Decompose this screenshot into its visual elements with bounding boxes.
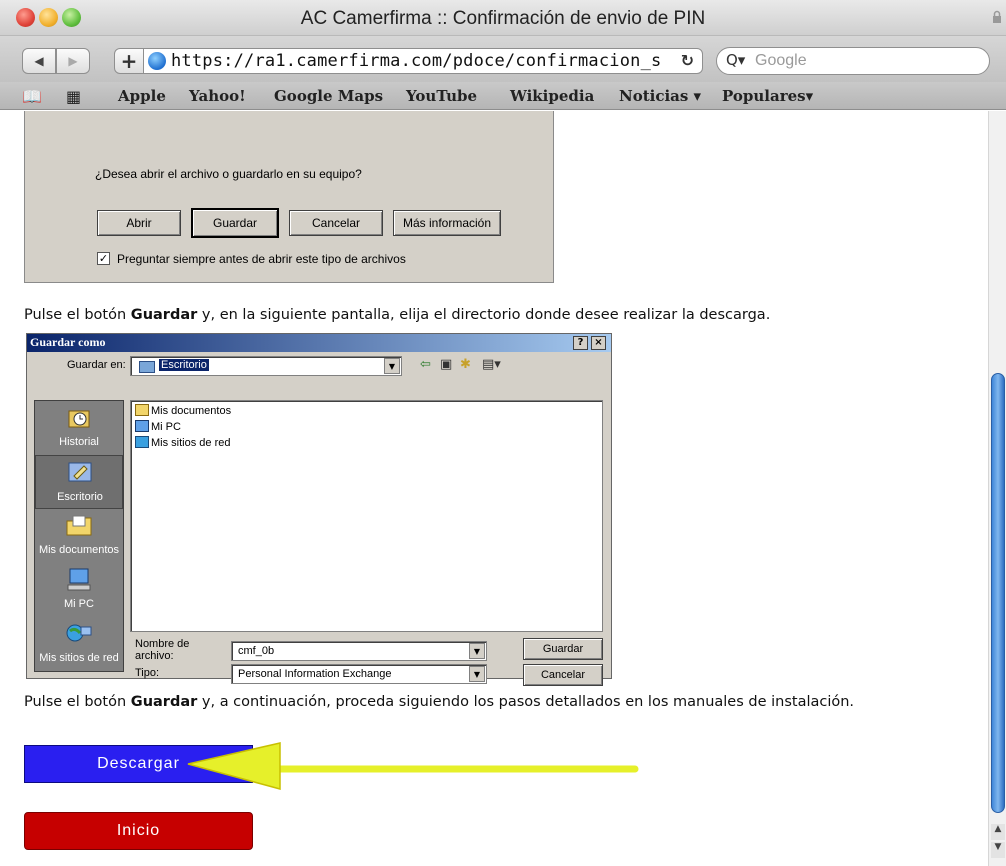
place-my-documents: Mis documentos [35,509,123,563]
globe-icon [148,52,166,70]
type-label: Tipo: [135,667,160,679]
bookmark-google-maps[interactable]: Google Maps [274,87,383,105]
close-window-button[interactable] [16,8,35,27]
bookmark-wikipedia[interactable]: Wikipedia [510,87,594,105]
url-text[interactable]: https://ra1.camerfirma.com/pdoce/confirm… [171,51,661,71]
lock-icon [993,10,1001,23]
network-icon [66,624,92,642]
page-content: ¿Desea abrir el archivo o guardarlo en s… [0,111,988,866]
dialog-save-button: Guardar [523,638,603,660]
minimize-window-button[interactable] [39,8,58,27]
computer-icon [67,568,91,591]
scroll-down-arrow-icon[interactable]: ▼ [991,842,1005,858]
search-icon[interactable]: Q▾ [726,51,745,69]
place-my-pc: Mi PC [35,563,123,617]
annotation-arrow-icon [187,742,639,790]
bookmark-apple[interactable]: Apple [118,87,166,105]
places-bar: Historial Escritorio Mis documentos Mi P… [34,400,124,672]
place-history: Historial [35,401,123,455]
desktop-icon [68,462,92,482]
plus-icon: + [120,49,138,73]
place-desktop: Escritorio [35,455,123,509]
zoom-window-button[interactable] [62,8,81,27]
download-dialog-image: ¿Desea abrir el archivo o guardarlo en s… [24,111,554,283]
scroll-up-arrow-icon[interactable]: ▲ [991,824,1005,840]
back-folder-icon: ⇦ [420,357,431,372]
search-field[interactable]: Q▾ Google [716,47,990,75]
save-in-value: Escritorio [159,359,209,371]
view-menu-icon: ▤▾ [482,357,501,372]
open-file-button: Abrir [97,210,181,236]
vertical-scrollbar[interactable]: ▲ ▼ [988,111,1006,866]
save-as-titlebar: Guardar como ? × [27,334,611,352]
forward-button[interactable]: ▶ [56,48,90,74]
save-in-label: Guardar en: [67,359,126,371]
always-ask-label: Preguntar siempre antes de abrir este ti… [117,252,406,266]
bookmark-noticias-menu[interactable]: Noticias ▾ [619,87,701,105]
window-title: AC Camerfirma :: Confirmación de envio d… [300,8,706,29]
up-folder-icon: ▣ [440,357,453,372]
folder-icon [135,404,149,416]
new-folder-icon: ✱ [460,357,471,372]
window-titlebar: AC Camerfirma :: Confirmación de envio d… [0,0,1006,36]
browser-toolbar: ◀ ▶ + https://ra1.camerfirma.com/pdoce/c… [0,36,1006,82]
filename-label: Nombre de archivo: [135,638,190,662]
dropdown-arrow-icon: ▼ [384,358,400,374]
save-file-button: Guardar [191,208,279,238]
file-list: Mis documentos Mi PC Mis sitios de red [130,400,603,632]
save-as-title: Guardar como [30,335,106,349]
file-item: Mis documentos [135,404,231,420]
place-network: Mis sitios de red [35,617,123,671]
network-icon [135,436,149,448]
type-value: Personal Information Exchange [238,668,392,680]
reload-icon[interactable]: ↻ [681,51,694,70]
help-icon: ? [573,336,588,350]
type-combo: Personal Information Exchange ▼ [231,664,487,684]
filename-combo: cmf_0b ▼ [231,641,487,661]
cancel-file-button: Cancelar [289,210,383,236]
add-bookmark-button[interactable]: + [114,48,144,74]
more-info-button: Más información [393,210,501,236]
back-button[interactable]: ◀ [22,48,56,74]
always-ask-checkbox: ✓ [97,252,110,265]
bookmark-populares-menu[interactable]: Populares▾ [722,87,813,105]
computer-icon [135,420,149,432]
bookmark-yahoo[interactable]: Yahoo! [189,87,246,105]
instruction-2: Pulse el botón Guardar y, a continuación… [24,694,855,710]
scroll-thumb[interactable] [991,373,1005,813]
dialog-cancel-button: Cancelar [523,664,603,686]
desktop-icon [139,361,155,373]
folder-icon [66,515,92,536]
search-placeholder: Google [755,52,807,69]
save-in-combo: Escritorio ▼ [130,356,402,376]
dropdown-arrow-icon: ▼ [469,643,485,659]
instruction-1: Pulse el botón Guardar y, en la siguient… [24,307,771,323]
bookmarks-bar: 📖 ▦ Apple Yahoo! Google Maps YouTube Wik… [0,82,1006,110]
close-icon: × [591,336,606,350]
address-bar[interactable]: https://ra1.camerfirma.com/pdoce/confirm… [143,48,703,74]
file-item: Mis sitios de red [135,436,230,452]
bookmark-youtube[interactable]: YouTube [406,87,477,105]
dropdown-arrow-icon: ▼ [469,666,485,682]
book-icon[interactable]: 📖 [22,87,42,106]
filename-value: cmf_0b [238,645,275,657]
back-arrow-icon: ◀ [34,54,44,68]
history-icon [68,410,90,428]
home-button[interactable]: Inicio [24,812,253,850]
save-as-dialog-image: Guardar como ? × Guardar en: Escritorio … [26,333,612,686]
forward-arrow-icon: ▶ [68,54,78,68]
grid-icon[interactable]: ▦ [66,87,81,106]
download-question: ¿Desea abrir el archivo o guardarlo en s… [95,167,362,181]
file-item: Mi PC [135,420,181,436]
